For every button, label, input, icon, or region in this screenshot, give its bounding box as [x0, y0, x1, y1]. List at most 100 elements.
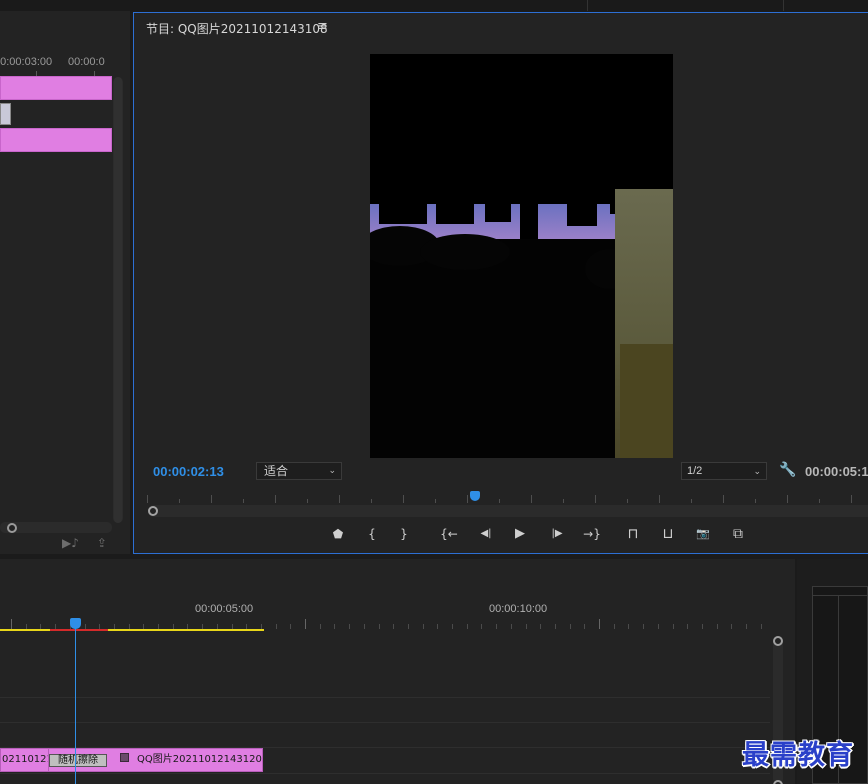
timeline-ruler-timecode: 00:00:10:00	[489, 603, 548, 615]
ruler-tick	[673, 624, 674, 629]
timeline-ruler-timecode: 00:00:05:00	[195, 603, 254, 615]
timeline-clip[interactable]: 021101214	[0, 748, 50, 772]
zoom-handle[interactable]	[148, 506, 158, 516]
ruler-tick	[408, 624, 409, 629]
timeline-playhead-line	[75, 625, 76, 784]
ruler-tick	[275, 495, 276, 503]
source-vertical-scrollbar[interactable]	[113, 77, 123, 523]
ruler-tick	[746, 624, 747, 629]
program-monitor-title[interactable]: 节目: QQ图片20211012143108	[146, 20, 328, 37]
ruler-tick	[452, 624, 453, 629]
mark-in-button[interactable]: {	[364, 525, 380, 543]
add-marker-button[interactable]: ⬟	[330, 525, 346, 543]
ruler-tick	[320, 624, 321, 629]
program-playhead[interactable]	[470, 491, 480, 501]
ruler-tick	[290, 624, 291, 629]
source-ruler-timecode: 00:00:0	[68, 56, 105, 68]
ruler-tick	[393, 624, 394, 629]
ruler-tick	[643, 624, 644, 629]
ruler-tick	[687, 624, 688, 629]
timeline-panel: 00:00:05:00 00:00:10:00 021101214 QQ图片20…	[0, 559, 795, 784]
program-time-ruler[interactable]	[144, 491, 868, 503]
ruler-tick	[555, 624, 556, 629]
ruler-tick	[371, 499, 372, 503]
go-to-in-button[interactable]: {←	[438, 525, 460, 543]
playhead-timecode[interactable]: 00:00:02:13	[153, 464, 224, 479]
clip-name: QQ图片20211012143120.jpg	[137, 754, 262, 765]
export-frame-camera-icon[interactable]: 📷	[692, 525, 714, 543]
ruler-tick	[11, 619, 12, 629]
ruler-tick	[851, 495, 852, 503]
playback-resolution-select[interactable]: 1/2 ⌄	[681, 462, 767, 480]
ruler-tick	[627, 499, 628, 503]
chevron-down-icon: ⌄	[328, 466, 336, 476]
ruler-tick	[437, 624, 438, 629]
transition-random-wipe[interactable]: 随机擦除	[49, 754, 107, 767]
ruler-tick	[787, 495, 788, 503]
lift-button[interactable]: ⊓	[622, 525, 644, 543]
render-bar-yellow	[0, 629, 50, 631]
step-back-button[interactable]: ◀|	[475, 525, 497, 543]
ruler-tick	[467, 495, 468, 503]
source-clip-bar[interactable]	[0, 76, 112, 100]
ruler-tick	[691, 499, 692, 503]
source-clip-bar[interactable]	[0, 128, 112, 152]
go-to-out-button[interactable]: →}	[581, 525, 603, 543]
ruler-tick	[614, 624, 615, 629]
extract-button[interactable]: ⊔	[657, 525, 679, 543]
track-divider	[0, 697, 770, 698]
scroll-handle-bottom[interactable]	[773, 780, 783, 784]
ruler-tick	[243, 499, 244, 503]
ruler-tick	[305, 619, 306, 629]
ruler-tick	[595, 495, 596, 503]
ruler-tick	[599, 619, 600, 629]
export-icon[interactable]: ⇪	[97, 536, 107, 550]
ruler-tick	[570, 624, 571, 629]
step-forward-button[interactable]: |▶	[546, 525, 568, 543]
ruler-tick	[723, 495, 724, 503]
settings-wrench-icon[interactable]: 🔧	[779, 462, 796, 478]
ruler-tick	[364, 624, 365, 629]
ruler-tick	[423, 624, 424, 629]
ruler-tick	[526, 624, 527, 629]
ruler-tick	[339, 495, 340, 503]
ruler-tick	[349, 624, 350, 629]
wipe-block	[436, 204, 474, 224]
ruler-tick	[702, 624, 703, 629]
ruler-tick	[379, 624, 380, 629]
ruler-tick	[179, 499, 180, 503]
ruler-tick	[731, 624, 732, 629]
source-clip-handle[interactable]	[0, 103, 11, 125]
meter-divider	[813, 595, 868, 596]
track-divider	[0, 722, 770, 723]
ruler-tick	[499, 499, 500, 503]
program-zoom-scrollbar[interactable]	[148, 505, 868, 517]
source-zoom-scrollbar[interactable]	[0, 522, 112, 533]
insert-icon[interactable]: ▶♪	[62, 536, 79, 550]
panel-menu-icon[interactable]: ≡	[317, 19, 328, 34]
ruler-tick	[531, 495, 532, 503]
ruler-tick	[819, 499, 820, 503]
ruler-tick	[481, 624, 482, 629]
mark-out-button[interactable]: }	[396, 525, 412, 543]
ruler-tick	[403, 495, 404, 503]
zoom-handle[interactable]	[7, 523, 17, 533]
resolution-value: 1/2	[687, 465, 703, 477]
ruler-tick	[717, 624, 718, 629]
play-button[interactable]: ▶	[512, 525, 528, 543]
ruler-tick	[755, 499, 756, 503]
scrollbar-thumb[interactable]	[114, 77, 122, 523]
zoom-level-select[interactable]: 适合 ⌄	[256, 462, 342, 480]
duration-timecode: 00:00:05:1	[805, 464, 868, 479]
render-bar-yellow	[108, 629, 264, 631]
clip-fx-icon	[120, 753, 129, 762]
ruler-tick	[276, 624, 277, 629]
zoom-level-value: 适合	[264, 464, 289, 478]
ruler-tick	[147, 495, 148, 503]
comparison-view-button[interactable]: ⧉	[727, 525, 749, 543]
clip-name: 021101214	[2, 754, 49, 765]
scroll-handle-top[interactable]	[773, 636, 783, 646]
video-preview	[370, 54, 673, 458]
wipe-block	[379, 204, 427, 224]
track-divider	[0, 773, 770, 774]
